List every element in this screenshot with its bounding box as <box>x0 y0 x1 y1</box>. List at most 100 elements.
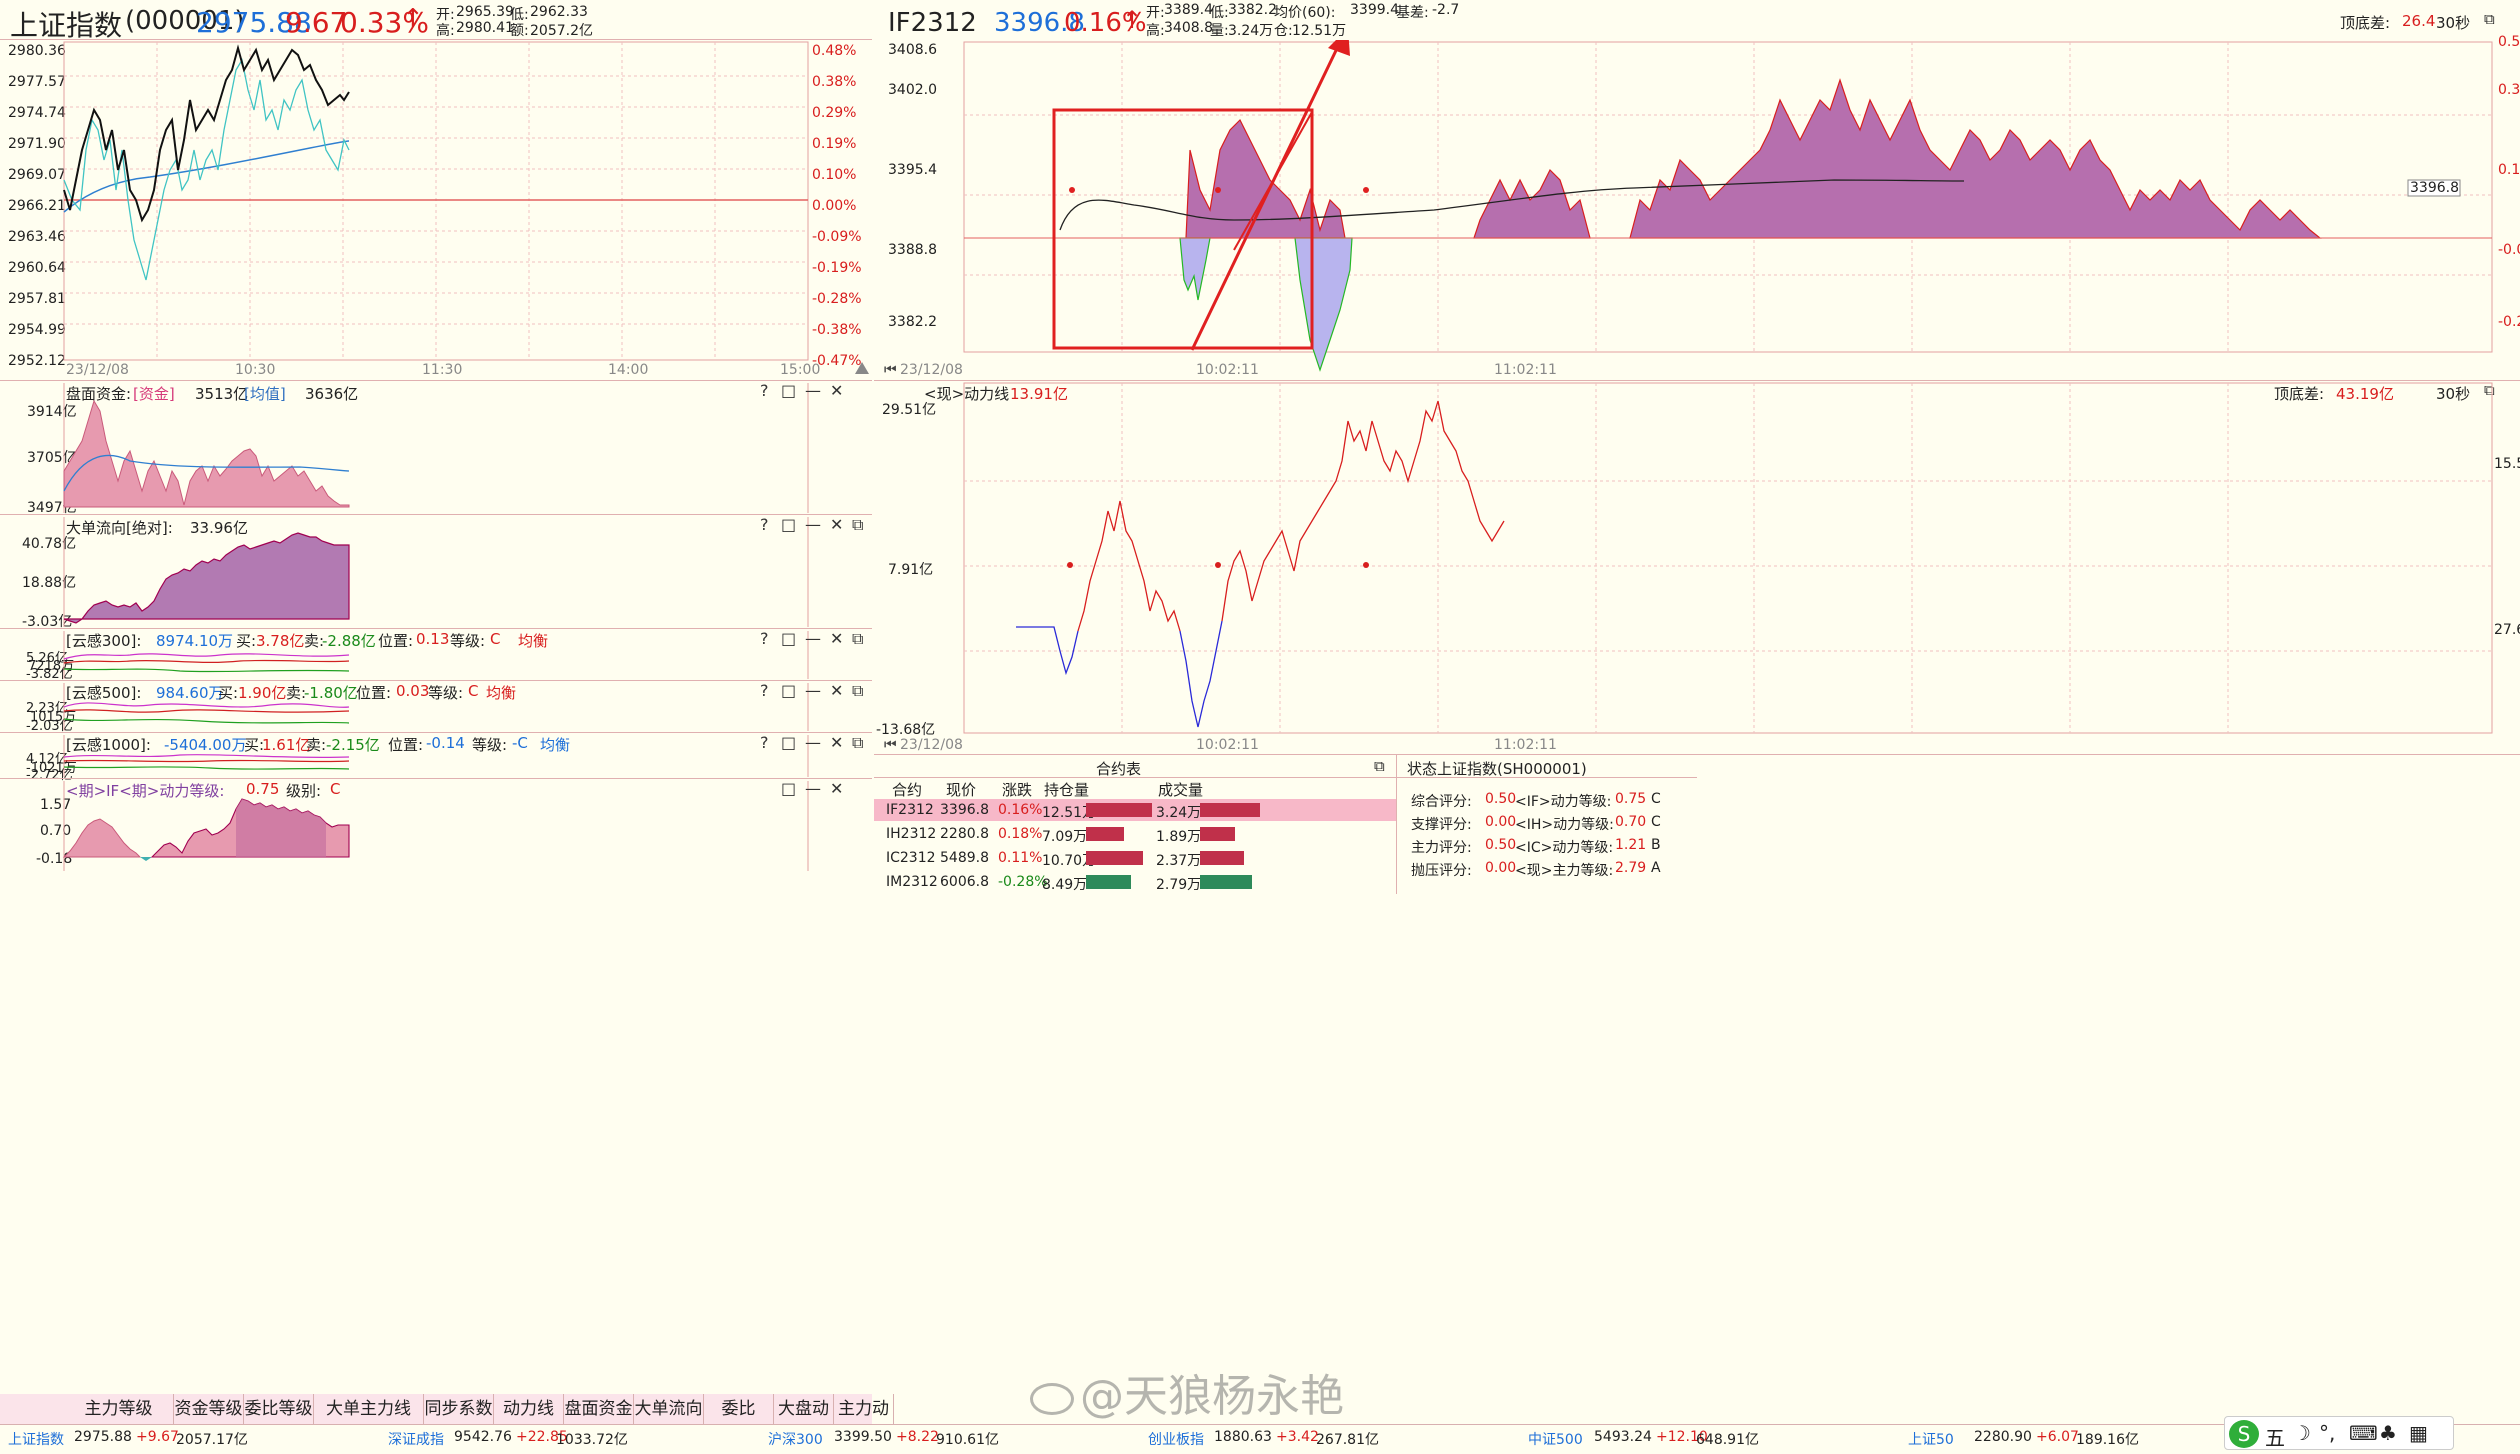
table-row[interactable]: IM2312 6006.8 -0.28% 8.49万 2.79万 <box>874 871 1396 893</box>
skin-icon[interactable]: ♣ <box>2379 1421 2397 1445</box>
col-price: 现价 <box>946 781 977 799</box>
help-icon[interactable]: ? <box>760 515 769 534</box>
ticker-amount: 910.61亿 <box>936 1432 999 1448</box>
settings-icon[interactable]: ⧉ <box>2484 10 2495 28</box>
close-icon[interactable]: ✕ <box>830 733 843 752</box>
index-change: 9.67 <box>285 6 348 39</box>
contract-title: 合约表 <box>1096 760 1142 778</box>
ticker-change: +9.67 <box>136 1429 179 1445</box>
f-avg: 3399.4 <box>1350 2 1399 18</box>
index-name: 上证指数 <box>10 9 123 42</box>
tab-8[interactable]: 委比 <box>704 1394 774 1424</box>
status-label: <IF>动力等级: <box>1515 794 1612 810</box>
settings-icon[interactable]: ⧉ <box>852 515 863 535</box>
dadan-panel[interactable]: 大单流向[绝对]: 33.96亿 40.78亿 18.88亿 -3.03亿 ? … <box>0 514 872 630</box>
table-row[interactable]: IH2312 2280.8 0.18% 7.09万 1.89万 <box>874 823 1396 845</box>
right-main-chart[interactable]: 3408.63402.03395.43388.83382.2 0.51%0.31… <box>874 34 2520 380</box>
maximize-icon[interactable]: □ <box>781 733 796 752</box>
left-price-svg <box>63 41 869 374</box>
sogou-icon[interactable]: S <box>2229 1420 2259 1448</box>
yg300-svg <box>63 631 809 679</box>
close-icon[interactable]: ✕ <box>830 629 843 648</box>
col-change: 涨跌 <box>1002 781 1033 799</box>
maximize-icon[interactable]: □ <box>781 381 796 400</box>
tab-10[interactable]: 主力动力 <box>834 1394 894 1449</box>
ticker-name[interactable]: 创业板指 <box>1148 1429 1204 1449</box>
contract-name: IH2312 <box>886 826 937 842</box>
help-icon[interactable]: ? <box>760 681 769 700</box>
up-arrow-icon: ↑ <box>1122 6 1143 34</box>
status-panel: 状态 上证指数(SH000001) 综合评分: 0.50 支撑评分: 0.00 主力评分… <box>1396 754 2520 894</box>
left-main-chart[interactable]: 2980.36 2977.57 2974.74 2971.90 2969.07 2966.… <box>0 40 872 380</box>
qi-panel[interactable]: <期>IF<期>动力等级: 0.75 级别: C 1.57 0.70 -0.18… <box>0 778 872 872</box>
ticker-amount: 648.91亿 <box>1696 1432 1759 1448</box>
contract-price: 5489.8 <box>940 850 989 866</box>
dongli-panel[interactable]: <现>动力线 13.91亿 顶底差: 43.19亿 30秒 ⧉ 29.51亿 7… <box>874 380 2520 754</box>
settings-icon[interactable]: ⧉ <box>852 733 863 753</box>
tab-0[interactable]: 主力等级 <box>64 1394 174 1424</box>
help-icon[interactable]: ? <box>760 629 769 648</box>
close-icon[interactable]: ✕ <box>830 381 843 400</box>
status-title: 状态 <box>1407 760 1438 778</box>
rewind-icon[interactable]: ⏮ <box>884 362 897 378</box>
yg500-panel[interactable]: [云感500]: 984.60万 买: 1.90亿 卖: -1.80亿 位置: … <box>0 680 872 734</box>
status-value: 0.50 <box>1485 791 1517 807</box>
maximize-icon[interactable]: □ <box>781 515 796 534</box>
ticker-name[interactable]: 沪深300 <box>768 1429 823 1449</box>
table-row[interactable]: IC2312 5489.8 0.11% 10.70万 2.37万 <box>874 847 1396 869</box>
close-icon[interactable]: ✕ <box>830 681 843 700</box>
keyboard-icon[interactable]: ⌨ <box>2349 1421 2378 1445</box>
punct-icon[interactable]: °, <box>2319 1421 2335 1445</box>
tab-9[interactable]: 大盘动力 <box>774 1394 834 1449</box>
tab-7[interactable]: 大单流向 <box>634 1394 704 1424</box>
minimize-icon[interactable]: — <box>805 779 821 798</box>
minimize-icon[interactable]: — <box>805 515 821 534</box>
yg1000-panel[interactable]: [云感1000]: -5404.00万 买: 1.61亿 卖: -2.15亿 位… <box>0 732 872 783</box>
status-grade: A <box>1651 860 1661 876</box>
minimize-icon[interactable]: — <box>805 681 821 700</box>
tab-5[interactable]: 动力线 <box>494 1394 564 1424</box>
ticker-amount: 2057.17亿 <box>176 1432 248 1448</box>
grid-icon[interactable]: ▦ <box>2409 1421 2428 1445</box>
status-label: <IH>动力等级: <box>1515 817 1614 833</box>
help-icon[interactable]: ? <box>760 381 769 400</box>
oi-bar <box>1086 803 1152 817</box>
tab-1[interactable]: 资金等级 <box>174 1394 244 1424</box>
minimize-icon[interactable]: — <box>805 629 821 648</box>
ticker-amount: 189.16亿 <box>2076 1432 2139 1448</box>
ime-tray[interactable]: S 五 ☽ °, ⌨ ♣ ▦ <box>2224 1416 2454 1450</box>
rewind-icon[interactable]: ⏮ <box>884 737 897 753</box>
settings-icon[interactable]: ⧉ <box>852 681 863 701</box>
open-value: 2965.39 <box>456 4 514 20</box>
table-row[interactable]: IF2312 3396.8 0.16% 12.51万 3.24万 <box>874 799 1396 821</box>
tab-4[interactable]: 同步系数 <box>424 1394 494 1424</box>
moon-icon[interactable]: ☽ <box>2293 1421 2311 1445</box>
ime-mode-label[interactable]: 五 <box>2265 1422 2285 1451</box>
ticker-name[interactable]: 深证成指 <box>388 1429 444 1449</box>
tab-3[interactable]: 大单主力线 <box>314 1394 424 1424</box>
ticker-name[interactable]: 上证50 <box>1908 1429 1954 1449</box>
help-icon[interactable]: ? <box>760 733 769 752</box>
maximize-icon[interactable]: □ <box>781 779 796 798</box>
ticker-price: 2280.90 <box>1974 1429 2032 1445</box>
maximize-icon[interactable]: □ <box>781 629 796 648</box>
dongli-red-b <box>1221 400 1505 622</box>
status-label: 抛压评分: <box>1411 863 1472 879</box>
amount-label: 额: <box>510 23 529 39</box>
ticker-name[interactable]: 上证指数 <box>8 1429 64 1449</box>
yg300-panel[interactable]: [云感300]: 8974.10万 买: 3.78亿 卖: -2.88亿 位置:… <box>0 628 872 682</box>
minimize-icon[interactable]: — <box>805 381 821 400</box>
pan-panel[interactable]: 盘面资金: [资金] 3513亿 [均值] 3636亿 3914亿 3705亿 … <box>0 380 872 516</box>
minimize-icon[interactable]: — <box>805 733 821 752</box>
maximize-icon[interactable]: □ <box>781 681 796 700</box>
status-value: 2.79 <box>1615 860 1647 876</box>
close-icon[interactable]: ✕ <box>830 779 843 798</box>
close-icon[interactable]: ✕ <box>830 515 843 534</box>
settings-icon[interactable]: ⧉ <box>852 629 863 649</box>
f-vol: 3.24万 <box>1228 23 1274 39</box>
settings-icon[interactable]: ⧉ <box>1374 757 1385 775</box>
tab-6[interactable]: 盘面资金 <box>564 1394 634 1424</box>
tab-2[interactable]: 委比等级 <box>244 1394 314 1424</box>
last-price-label: 3396.8 <box>2410 180 2459 196</box>
ticker-name[interactable]: 中证500 <box>1528 1429 1583 1449</box>
